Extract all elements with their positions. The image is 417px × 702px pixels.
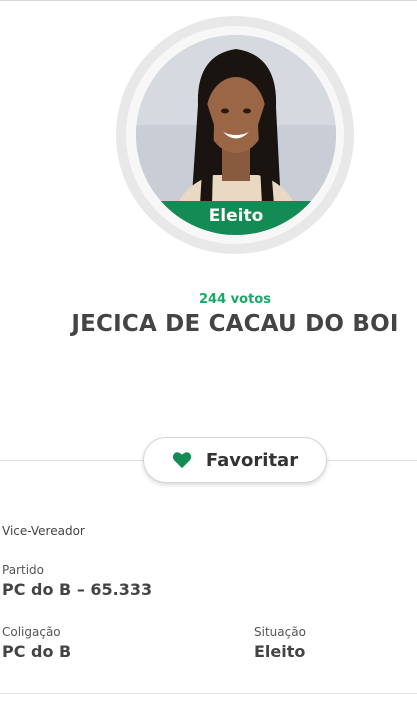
favorite-button[interactable]: Favoritar [143, 437, 327, 483]
situation-label: Situação [254, 625, 306, 639]
coalition-label: Coligação [2, 625, 61, 639]
heart-icon [172, 451, 192, 469]
situation-value: Eleito [254, 642, 306, 661]
candidate-photo: Eleito [136, 35, 336, 235]
bottom-divider [0, 693, 417, 694]
top-divider [0, 0, 417, 1]
party-label: Partido [2, 563, 44, 577]
candidate-page: Eleito 244 votos JECICA DE CACAU DO BOI … [0, 0, 417, 702]
avatar-frame: Eleito [116, 16, 354, 254]
candidate-name: JECICA DE CACAU DO BOI [71, 311, 399, 337]
party-value: PC do B – 65.333 [2, 580, 153, 599]
status-badge: Eleito [136, 201, 336, 235]
coalition-value: PC do B [2, 642, 72, 661]
favorite-button-label: Favoritar [205, 449, 299, 471]
role-text: Vice-Vereador [2, 524, 85, 538]
vote-count: 244 votos [199, 292, 271, 307]
